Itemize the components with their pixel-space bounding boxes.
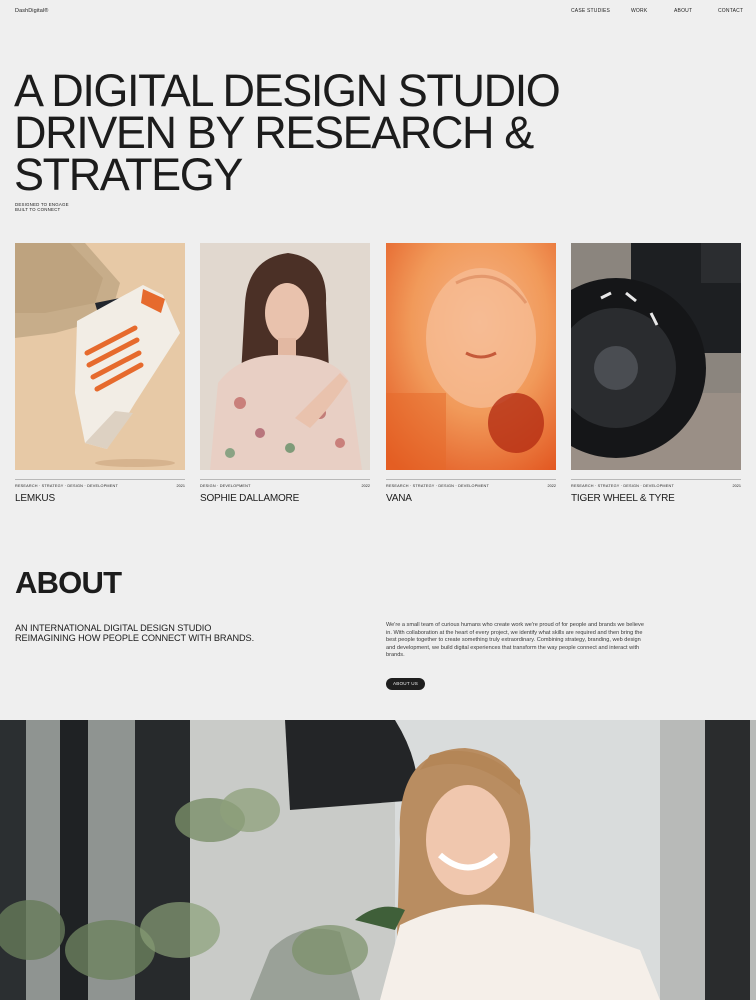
project-year: 2021 [176, 484, 185, 488]
hero-heading: A DIGITAL DESIGN STUDIO DRIVEN BY RESEAR… [14, 65, 561, 200]
about-heading: ABOUT [15, 565, 122, 600]
hero-tagline: DESIGNED TO ENGAGE BUILT TO CONNECT [15, 202, 69, 212]
project-tags: DESIGN · DEVELOPMENT [200, 484, 251, 488]
nav-work[interactable]: WORK [631, 8, 647, 14]
project-card-lemkus[interactable]: 01 RESEARCH · STRATEGY · DESIGN · DEVELO… [15, 243, 185, 504]
project-year: 2021 [732, 484, 741, 488]
project-title[interactable]: SOPHIE DALLAMORE [200, 493, 299, 504]
divider [200, 479, 370, 480]
project-year: 2022 [361, 484, 370, 488]
nav-about[interactable]: ABOUT [674, 8, 692, 14]
project-title[interactable]: TIGER WHEEL & TYRE [571, 493, 675, 504]
nav-contact[interactable]: CONTACT [718, 8, 743, 14]
tagline-line: BUILT TO CONNECT [15, 207, 61, 212]
logo[interactable]: DashDigital® [15, 8, 48, 14]
about-body-text: We're a small team of curious humans who… [386, 622, 644, 658]
nav-case-studies[interactable]: CASE STUDIES [571, 8, 610, 14]
divider [386, 479, 556, 480]
project-tags: RESEARCH · STRATEGY · DESIGN · DEVELOPME… [15, 484, 118, 488]
about-us-button[interactable]: ABOUT US [386, 678, 425, 690]
project-card-sophie-dallamore[interactable]: 02 DESIGN · DEVELOPMENT 2022 SOPHIE DALL… [200, 243, 370, 504]
project-card-tiger-wheel-tyre[interactable]: 04 RESEARCH · STRATEGY · DESIGN · DEVELO… [571, 243, 741, 504]
team-photo [0, 720, 756, 1000]
project-title[interactable]: LEMKUS [15, 493, 55, 504]
project-tags: RESEARCH · STRATEGY · DESIGN · DEVELOPME… [571, 484, 674, 488]
project-tags: RESEARCH · STRATEGY · DESIGN · DEVELOPME… [386, 484, 489, 488]
divider [571, 479, 741, 480]
project-image-portrait[interactable]: 02 [200, 243, 370, 470]
hero-line: STRATEGY [14, 149, 243, 200]
project-image-face[interactable]: 03 [386, 243, 556, 470]
divider [15, 479, 185, 480]
project-image-tyre[interactable]: 04 [571, 243, 741, 470]
about-lead-line: REIMAGINING HOW PEOPLE CONNECT WITH BRAN… [15, 633, 255, 643]
hero-line: DRIVEN BY RESEARCH & [14, 107, 534, 158]
project-year: 2022 [547, 484, 556, 488]
site-header: DashDigital® CASE STUDIES WORK ABOUT CON… [0, 0, 756, 24]
about-lead-line: AN INTERNATIONAL DIGITAL DESIGN STUDIO [15, 623, 212, 633]
project-image-sneaker[interactable]: 01 [15, 243, 185, 470]
hero-line: A DIGITAL DESIGN STUDIO [14, 65, 561, 116]
about-lead: AN INTERNATIONAL DIGITAL DESIGN STUDIO R… [15, 623, 254, 643]
project-title[interactable]: VANA [386, 493, 412, 504]
project-card-vana[interactable]: 03 RESEARCH · STRATEGY · DESIGN · DEVELO… [386, 243, 556, 504]
